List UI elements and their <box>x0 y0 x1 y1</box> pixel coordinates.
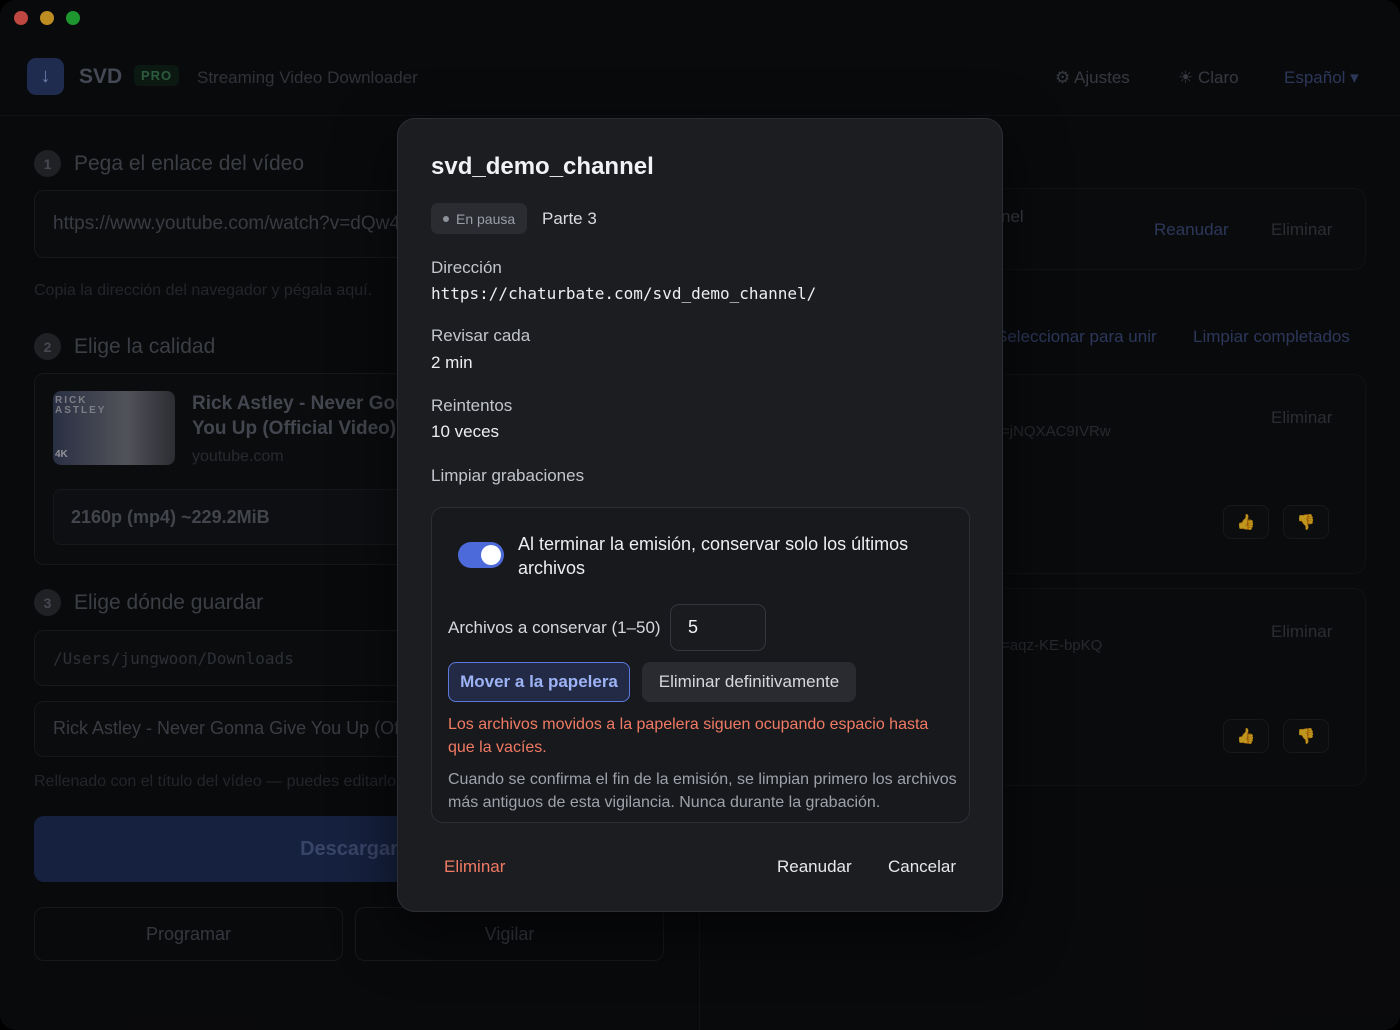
check-interval-value: 2 min <box>431 353 473 372</box>
keep-latest-toggle-label: Al terminar la emisión, conservar solo l… <box>518 534 909 578</box>
retries-label: Reintentos <box>431 396 513 415</box>
delete-permanently-option[interactable]: Eliminar definitivamente <box>642 662 856 702</box>
dialog-title: svd_demo_channel <box>431 153 654 180</box>
status-dot-icon <box>443 215 449 222</box>
trash-warning: Los archivos movidos a la papelera sigue… <box>448 716 929 756</box>
toggle-knob <box>481 545 501 565</box>
cleanup-note: Cuando se confirma el fin de la emisión,… <box>448 771 957 811</box>
keep-count-label: Archivos a conservar (1–50) <box>448 618 661 637</box>
keep-count-input[interactable]: 5 <box>670 604 766 651</box>
status-text: En pausa <box>456 210 516 227</box>
resume-button[interactable]: Reanudar <box>777 857 852 877</box>
check-interval-label: Revisar cada <box>431 326 531 345</box>
cleanup-settings: Al terminar la emisión, conservar solo l… <box>431 507 970 823</box>
retries-value: 10 veces <box>431 422 500 441</box>
keep-latest-toggle[interactable] <box>458 542 504 568</box>
address-value: https://chaturbate.com/svd_demo_channel/ <box>431 284 817 303</box>
delete-watch-button[interactable]: Eliminar <box>444 857 505 877</box>
part-label: Parte 3 <box>542 209 597 228</box>
move-to-trash-option[interactable]: Mover a la papelera <box>448 662 630 702</box>
cleanup-label: Limpiar grabaciones <box>431 466 585 485</box>
app-window: ↓ SVD PRO Streaming Video Downloader ⚙ A… <box>0 0 1400 1030</box>
address-label: Dirección <box>431 258 502 277</box>
cancel-button[interactable]: Cancelar <box>888 857 956 877</box>
watch-details-dialog: svd_demo_channel En pausa Parte 3 Direcc… <box>397 118 1003 912</box>
status-badge: En pausa <box>431 203 528 234</box>
